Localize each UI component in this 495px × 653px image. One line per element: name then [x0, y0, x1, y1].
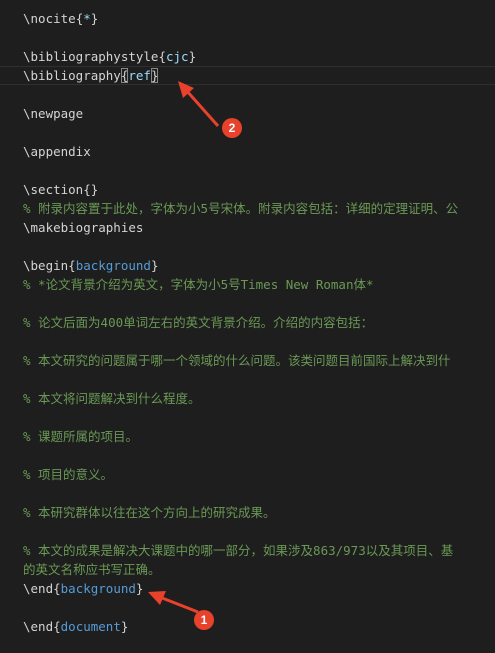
annotation-arrow-2: [148, 81, 220, 614]
annotation-badge-2: 2: [222, 118, 242, 138]
annotation-badge-1: 1: [194, 610, 214, 630]
